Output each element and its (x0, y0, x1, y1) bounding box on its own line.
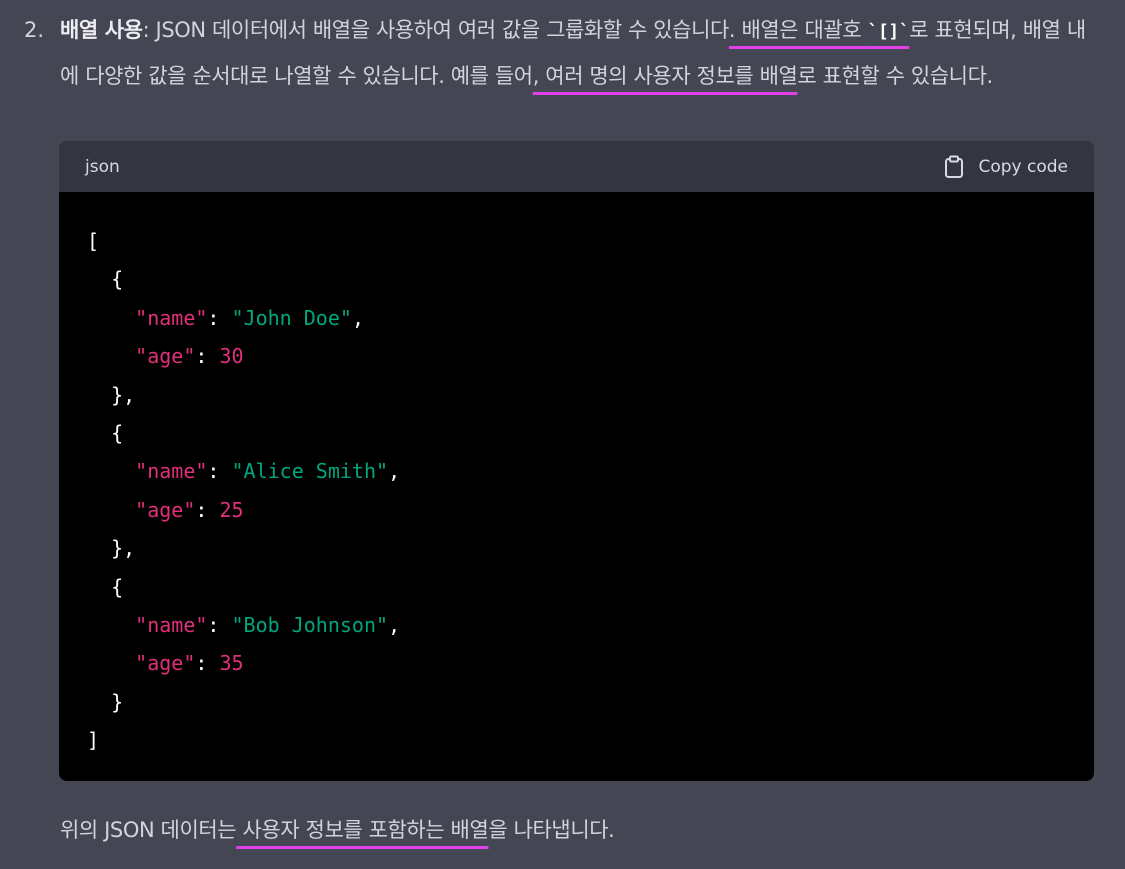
code-token-str: "John Doe" (231, 305, 352, 330)
code-token-punc: { (87, 267, 124, 292)
code-token-key: "name" (135, 305, 208, 330)
code-header: json Copy code (59, 141, 1094, 192)
code-language-label: json (85, 156, 120, 177)
code-token-punc (87, 459, 135, 483)
code-line: { (87, 568, 1066, 606)
clipboard-icon (944, 155, 964, 179)
inline-code-brackets: `[]` (867, 21, 910, 42)
code-token-key: "age" (135, 344, 196, 369)
code-token-str: "Alice Smith" (231, 459, 389, 484)
code-token-punc: : (195, 497, 220, 522)
code-line: "name": "John Doe", (87, 299, 1066, 337)
code-token-str: "Bob Johnson" (231, 612, 389, 637)
code-token-key: "name" (135, 612, 208, 637)
code-token-punc: , (388, 612, 401, 637)
code-token-punc (87, 651, 135, 675)
code-token-punc: [ (87, 229, 100, 253)
code-line: "age": 30 (87, 337, 1066, 375)
outro-highlight: 사용자 정보를 포함하는 배열 (236, 818, 489, 842)
code-line: { (87, 260, 1066, 298)
code-line: "age": 35 (87, 644, 1066, 682)
code-token-punc: } (87, 689, 124, 714)
code-line: [ (87, 222, 1066, 260)
outro-text-1: 위의 JSON 데이터는 (60, 818, 237, 842)
code-token-punc (87, 613, 135, 637)
code-token-punc: }, (87, 382, 136, 407)
list-number: 2. (24, 18, 45, 42)
code-token-num: 25 (219, 497, 244, 522)
code-token-punc: { (87, 574, 124, 599)
intro-text-3: 로 표현할 수 있습니다. (797, 64, 993, 88)
code-line: }, (87, 529, 1066, 567)
outro-text-2: 을 나타냅니다. (488, 818, 615, 842)
code-token-punc: : (195, 344, 220, 369)
code-token-num: 35 (219, 651, 244, 676)
code-line: "age": 25 (87, 491, 1066, 529)
code-body: [ { "name": "John Doe", "age": 30 }, { "… (59, 192, 1094, 759)
code-token-punc: : (195, 651, 220, 676)
code-token-punc: : (207, 612, 232, 637)
code-token-punc: ] (87, 728, 100, 753)
code-token-key: "name" (135, 459, 208, 484)
intro-highlight-1: . 배열은 대괄호 (728, 18, 868, 42)
copy-code-label: Copy code (978, 156, 1068, 177)
code-token-punc (87, 344, 135, 368)
code-line: { (87, 414, 1066, 452)
code-token-key: "age" (135, 651, 196, 676)
intro-text-1: : JSON 데이터에서 배열을 사용하여 여러 값을 그룹화할 수 있습니다 (142, 18, 730, 42)
code-token-punc: , (388, 459, 401, 484)
code-token-punc (87, 498, 135, 522)
code-line: ] (87, 721, 1066, 759)
code-line: "name": "Bob Johnson", (87, 606, 1066, 644)
code-token-num: 30 (219, 344, 244, 369)
code-token-punc: : (207, 305, 232, 330)
highlight-array-brackets: . 배열은 대괄호 `[]` (728, 18, 910, 42)
code-token-punc: { (87, 420, 124, 445)
code-token-key: "age" (135, 497, 196, 522)
code-token-punc: }, (87, 536, 136, 561)
code-line: }, (87, 376, 1066, 414)
intro-paragraph: 배열 사용: JSON 데이터에서 배열을 사용하여 여러 값을 그룹화할 수 … (60, 8, 1100, 98)
intro-title: 배열 사용 (60, 18, 143, 42)
code-line: } (87, 683, 1066, 721)
code-block: json Copy code [ { "name": "John Doe", "… (59, 141, 1094, 781)
outro-paragraph: 위의 JSON 데이터는 사용자 정보를 포함하는 배열을 나타냅니다. (60, 808, 615, 852)
code-token-punc (87, 306, 135, 330)
code-token-punc: , (351, 305, 364, 330)
copy-code-button[interactable]: Copy code (944, 155, 1068, 179)
code-line: "name": "Alice Smith", (87, 452, 1066, 490)
intro-highlight-2: , 여러 명의 사용자 정보를 배열 (532, 64, 798, 88)
code-token-punc: : (207, 459, 232, 484)
